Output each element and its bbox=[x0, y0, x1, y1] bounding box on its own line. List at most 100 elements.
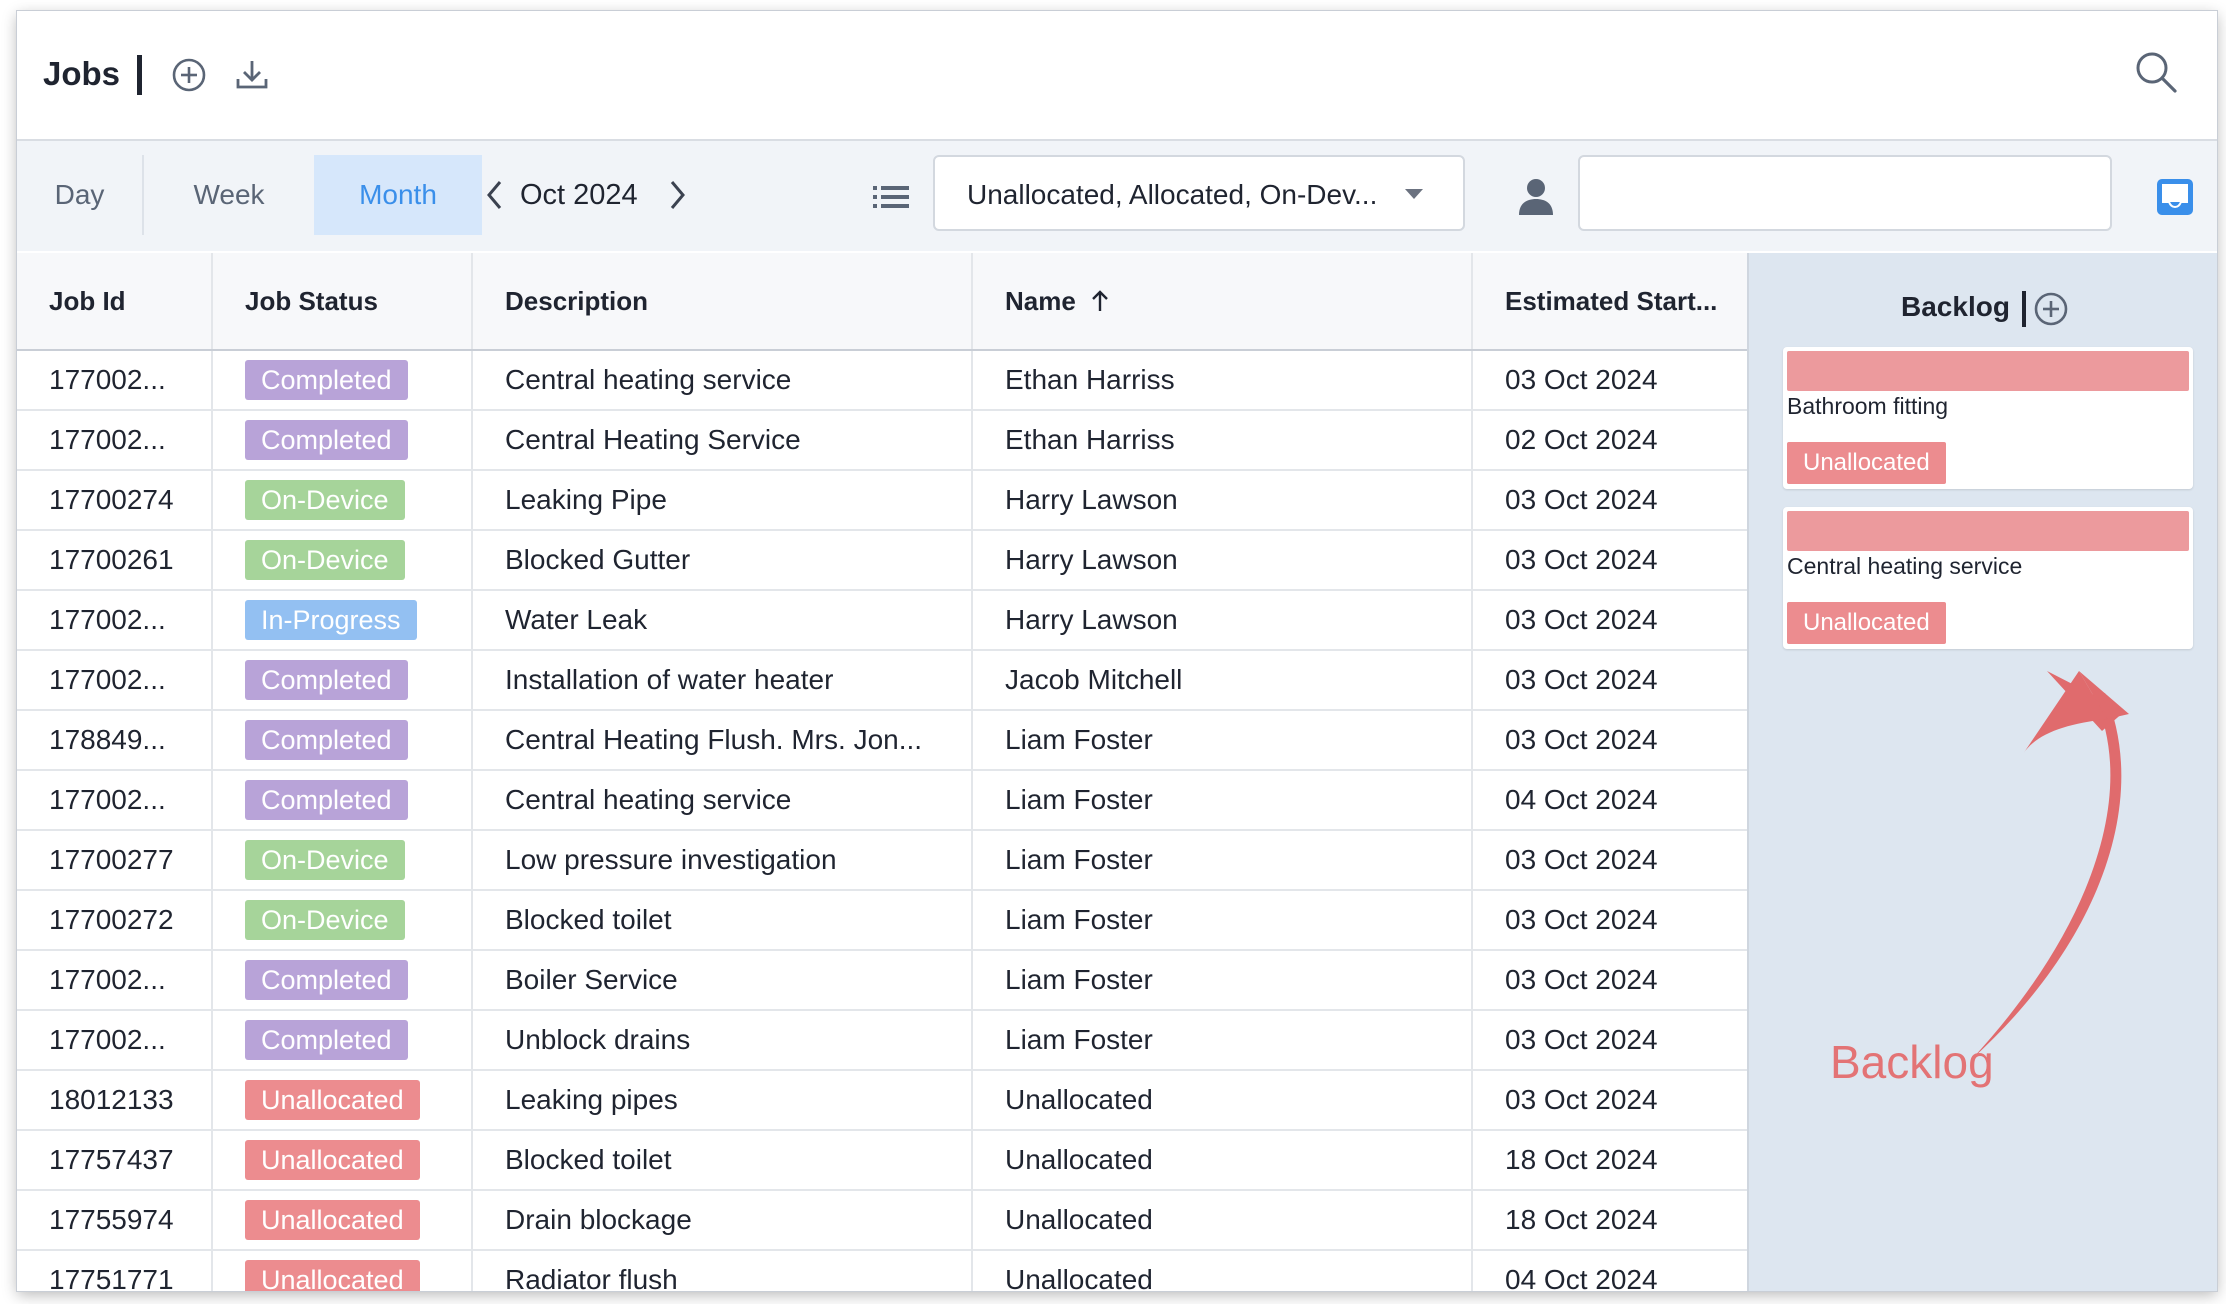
cell-job-status: Completed bbox=[212, 410, 473, 471]
cell-job-id: 177002... bbox=[17, 1010, 213, 1071]
annotation-label: Backlog bbox=[1830, 1036, 1994, 1088]
cell-job-status: Unallocated bbox=[212, 1070, 473, 1131]
status-badge: On-Device bbox=[245, 900, 405, 940]
backlog-card[interactable]: Central heating service Unallocated bbox=[1783, 507, 2193, 649]
backlog-card[interactable]: Bathroom fitting Unallocated bbox=[1783, 347, 2193, 489]
status-badge: On-Device bbox=[245, 540, 405, 580]
cell-name: Ethan Harriss bbox=[972, 350, 1473, 411]
table-row[interactable]: 17700277 On-Device Low pressure investigat… bbox=[17, 830, 1747, 891]
cell-job-status: Completed bbox=[212, 350, 473, 411]
title-divider bbox=[137, 55, 142, 95]
table-row[interactable]: 17700274 On-Device Leaking Pipe Harry Lawso… bbox=[17, 470, 1747, 531]
cell-job-status: Unallocated bbox=[212, 1250, 473, 1291]
cell-job-status: In-Progress bbox=[212, 590, 473, 651]
status-filter-select[interactable]: Unallocated, Allocated, On-Dev... bbox=[933, 155, 1465, 231]
column-header-job-status[interactable]: Job Status bbox=[212, 253, 473, 351]
table-row[interactable]: 177002... In-Progress Water Leak Harry Laws… bbox=[17, 590, 1747, 651]
cell-job-status: Completed bbox=[212, 950, 473, 1011]
column-header-label: Job Id bbox=[49, 285, 126, 316]
table-row[interactable]: 17700272 On-Device Blocked toilet Liam Fost… bbox=[17, 890, 1747, 951]
cell-description: Radiator flush bbox=[472, 1250, 973, 1291]
table-row[interactable]: 177002... Completed Boiler Service Liam Fos… bbox=[17, 950, 1747, 1011]
table-row[interactable]: 177002... Completed Central heating servic… bbox=[17, 350, 1747, 411]
cell-name: Liam Foster bbox=[972, 770, 1473, 831]
search-icon[interactable] bbox=[2133, 49, 2179, 95]
add-circle-icon[interactable] bbox=[2031, 289, 2071, 329]
status-badge: On-Device bbox=[245, 840, 405, 880]
table-row[interactable]: 18012133 Unallocated Leaking pipes Unalloca… bbox=[17, 1070, 1747, 1131]
chevron-left-icon[interactable] bbox=[482, 177, 508, 213]
cell-estimated-start: 03 Oct 2024 bbox=[1472, 890, 1747, 951]
inbox-icon[interactable] bbox=[2155, 177, 2195, 217]
status-badge: In-Progress bbox=[245, 600, 417, 640]
sort-ascending-icon[interactable] bbox=[1090, 289, 1110, 313]
status-badge: Unallocated bbox=[1787, 602, 1946, 644]
chevron-right-icon[interactable] bbox=[664, 177, 690, 213]
status-badge: Completed bbox=[245, 780, 408, 820]
cell-name: Unallocated bbox=[972, 1190, 1473, 1251]
download-icon[interactable] bbox=[232, 55, 272, 95]
view-month-tab[interactable]: Month bbox=[314, 155, 482, 235]
table-row[interactable]: 177002... Completed Unblock drains Liam Fos… bbox=[17, 1010, 1747, 1071]
view-week-tab[interactable]: Week bbox=[144, 155, 314, 235]
cell-job-status: Completed bbox=[212, 650, 473, 711]
cell-estimated-start: 03 Oct 2024 bbox=[1472, 710, 1747, 771]
table-row[interactable]: 177002... Completed Installation of water … bbox=[17, 650, 1747, 711]
cell-estimated-start: 03 Oct 2024 bbox=[1472, 530, 1747, 591]
cell-job-id: 17755974 bbox=[17, 1190, 213, 1251]
search-input[interactable] bbox=[1578, 155, 2112, 231]
table-row[interactable]: 17751771 Unallocated Radiator flush Unalloc… bbox=[17, 1250, 1747, 1291]
cell-description: Central heating service bbox=[472, 770, 973, 831]
column-header-name[interactable]: Name bbox=[972, 253, 1473, 351]
table-row[interactable]: 17755974 Unallocated Drain blockage Unalloc… bbox=[17, 1190, 1747, 1251]
add-circle-icon[interactable] bbox=[169, 55, 209, 95]
cell-description: Blocked toilet bbox=[472, 1130, 973, 1191]
cell-name: Liam Foster bbox=[972, 950, 1473, 1011]
cell-description: Water Leak bbox=[472, 590, 973, 651]
status-badge: Unallocated bbox=[245, 1200, 420, 1240]
cell-job-id: 17751771 bbox=[17, 1250, 213, 1291]
status-badge: Completed bbox=[245, 720, 408, 760]
cell-description: Boiler Service bbox=[472, 950, 973, 1011]
table-row[interactable]: 177002... Completed Central heating servic… bbox=[17, 770, 1747, 831]
cell-name: Liam Foster bbox=[972, 890, 1473, 951]
view-day-tab[interactable]: Day bbox=[17, 155, 142, 235]
table-row[interactable]: 17700261 On-Device Blocked Gutter Harry Law… bbox=[17, 530, 1747, 591]
backlog-title: Backlog bbox=[1901, 291, 2010, 322]
cell-job-id: 18012133 bbox=[17, 1070, 213, 1131]
cell-job-id: 17700274 bbox=[17, 470, 213, 531]
cell-job-id: 17700261 bbox=[17, 530, 213, 591]
cell-description: Low pressure investigation bbox=[472, 830, 973, 891]
cell-job-status: On-Device bbox=[212, 830, 473, 891]
cell-estimated-start: 02 Oct 2024 bbox=[1472, 410, 1747, 471]
table-row[interactable]: 177002... Completed Central Heating Servic… bbox=[17, 410, 1747, 471]
page-title: Jobs bbox=[43, 55, 121, 92]
cell-description: Drain blockage bbox=[472, 1190, 973, 1251]
column-header-estimated-start[interactable]: Estimated Start... bbox=[1472, 253, 1747, 351]
cell-job-status: Completed bbox=[212, 770, 473, 831]
cell-job-id: 177002... bbox=[17, 950, 213, 1011]
cell-job-status: Unallocated bbox=[212, 1130, 473, 1191]
period-label: Oct 2024 bbox=[520, 179, 638, 211]
table-row[interactable]: 178849... Completed Central Heating Flush.… bbox=[17, 710, 1747, 771]
column-header-label: Name bbox=[1005, 285, 1076, 316]
toolbar: Day Week Month Oct 2024 Unallocated, All… bbox=[17, 141, 2217, 251]
cell-estimated-start: 18 Oct 2024 bbox=[1472, 1130, 1747, 1191]
cell-estimated-start: 03 Oct 2024 bbox=[1472, 830, 1747, 891]
column-header-description[interactable]: Description bbox=[472, 253, 973, 351]
card-color-bar bbox=[1787, 351, 2189, 391]
cell-name: Liam Foster bbox=[972, 710, 1473, 771]
cell-name: Unallocated bbox=[972, 1130, 1473, 1191]
cell-estimated-start: 03 Oct 2024 bbox=[1472, 950, 1747, 1011]
list-icon[interactable] bbox=[871, 181, 911, 213]
backlog-divider bbox=[2022, 291, 2026, 327]
user-icon[interactable] bbox=[1517, 177, 1555, 217]
cell-job-id: 17700272 bbox=[17, 890, 213, 951]
cell-description: Central Heating Service bbox=[472, 410, 973, 471]
cell-description: Blocked toilet bbox=[472, 890, 973, 951]
backlog-panel: Backlog Bathroom fitting Unallocated Cen… bbox=[1747, 253, 2217, 1291]
cell-estimated-start: 03 Oct 2024 bbox=[1472, 1010, 1747, 1071]
table-row[interactable]: 17757437 Unallocated Blocked toilet Unalloc… bbox=[17, 1130, 1747, 1191]
column-header-job-id[interactable]: Job Id bbox=[17, 253, 213, 351]
cell-name: Harry Lawson bbox=[972, 530, 1473, 591]
